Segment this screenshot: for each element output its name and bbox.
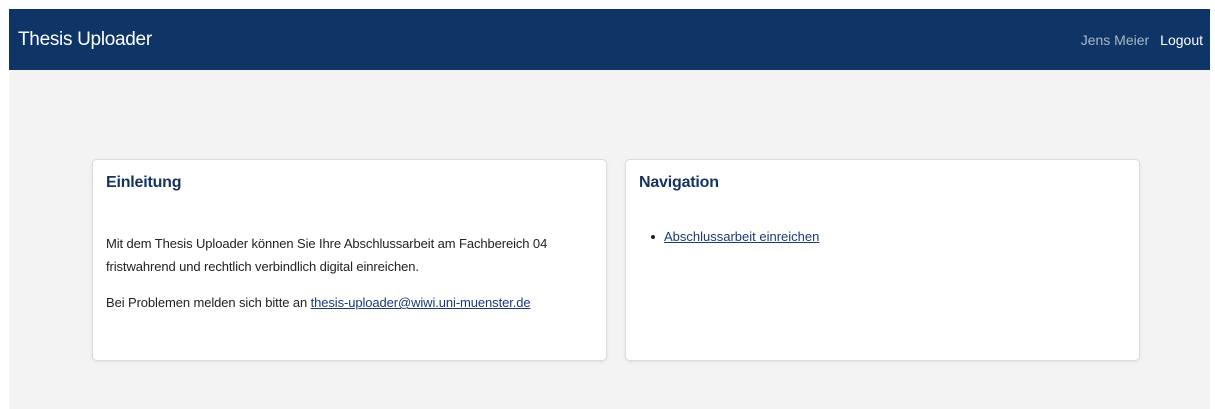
navbar-user-area: Jens Meier Logout	[1081, 32, 1203, 48]
list-item: Abschlussarbeit einreichen	[639, 226, 1126, 248]
intro-card: Einleitung Mit dem Thesis Uploader könne…	[92, 159, 607, 361]
contact-paragraph: Bei Problemen melden sich bitte an thesi…	[106, 291, 593, 314]
navigation-list: Abschlussarbeit einreichen	[639, 226, 1126, 248]
intro-paragraph-line1: Mit dem Thesis Uploader können Sie Ihre …	[106, 236, 548, 251]
intro-paragraph: Mit dem Thesis Uploader können Sie Ihre …	[106, 232, 593, 278]
contact-prefix: Bei Problemen melden sich bitte an	[106, 295, 311, 310]
top-navbar: Thesis Uploader Jens Meier Logout	[9, 9, 1210, 70]
logout-link[interactable]: Logout	[1160, 32, 1203, 48]
app-frame: Thesis Uploader Jens Meier Logout Einlei…	[9, 9, 1210, 409]
intro-paragraph-line2: fristwahrend und rechtlich verbindlich d…	[106, 259, 419, 274]
contact-email-link[interactable]: thesis-uploader@wiwi.uni-muenster.de	[311, 295, 531, 310]
navigation-card: Navigation Abschlussarbeit einreichen	[625, 159, 1140, 361]
navigation-card-title: Navigation	[639, 174, 719, 191]
submit-thesis-link[interactable]: Abschlussarbeit einreichen	[664, 226, 819, 248]
intro-card-title: Einleitung	[106, 174, 182, 191]
brand-link[interactable]: Thesis Uploader	[18, 29, 152, 51]
bullet-icon	[651, 235, 655, 239]
user-name: Jens Meier	[1080, 31, 1150, 48]
